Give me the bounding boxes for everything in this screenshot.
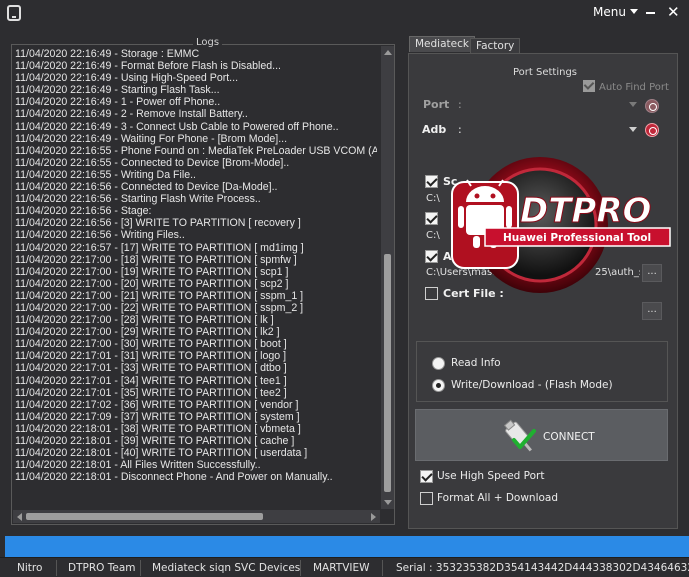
log-line: 11/04/2020 22:17:01 - [35] WRITE TO PART…: [15, 386, 287, 399]
logs-title: Logs: [193, 37, 223, 48]
log-line: 11/04/2020 22:16:56 - Stage:: [15, 205, 152, 218]
status-divider: [56, 560, 57, 576]
chevron-down-icon: [629, 9, 638, 14]
menu-button[interactable]: Menu: [593, 5, 638, 19]
log-line: 11/04/2020 22:17:00 - [19] WRITE TO PART…: [15, 265, 289, 278]
log-line: 11/04/2020 22:17:01 - [34] WRITE TO PART…: [15, 374, 287, 387]
format-all-label: Format All + Download: [437, 492, 559, 504]
status-martview: MARTVIEW: [313, 562, 370, 574]
status-divider: [140, 560, 141, 576]
read-info-radio[interactable]: [432, 357, 445, 370]
log-line: 11/04/2020 22:17:09 - [37] WRITE TO PART…: [15, 410, 300, 423]
log-line: 11/04/2020 22:17:00 - [20] WRITE TO PART…: [15, 277, 289, 290]
tab-factory[interactable]: Factory: [470, 38, 521, 54]
port-refresh-button[interactable]: [645, 99, 659, 113]
log-line: 11/04/2020 22:17:02 - [36] WRITE TO PART…: [15, 398, 299, 411]
close-button[interactable]: ✕: [667, 2, 680, 22]
status-divider: [300, 560, 301, 576]
log-line: 11/04/2020 22:16:56 - Starting Flash Wri…: [15, 193, 261, 206]
log-output[interactable]: 11/04/2020 22:16:49 - Storage : EMMC 11/0…: [15, 48, 377, 508]
scroll-up-icon[interactable]: [384, 50, 392, 55]
port-dropdown[interactable]: [455, 97, 641, 113]
log-vertical-scrollbar[interactable]: [381, 46, 394, 509]
log-line: 11/04/2020 22:17:00 - [21] WRITE TO PART…: [15, 289, 304, 302]
auto-find-port-checkbox[interactable]: Auto Find Port: [583, 80, 669, 93]
format-all-checkbox[interactable]: [420, 492, 433, 505]
log-line: 11/04/2020 22:16:49 - Using High-Speed P…: [15, 72, 239, 85]
progress-bar: [5, 536, 689, 557]
checkbox-icon: [583, 80, 595, 92]
log-line: 11/04/2020 22:16:56 - Connected to Devic…: [15, 181, 278, 194]
chevron-down-icon: [629, 102, 637, 107]
chevron-down-icon: [629, 127, 637, 132]
scroll-thumb[interactable]: [26, 513, 263, 520]
log-line: 11/04/2020 22:16:49 - 2 - Remove Install…: [15, 108, 248, 121]
log-line: 11/04/2020 22:16:55 - Phone Found on : M…: [15, 144, 377, 157]
log-line: 11/04/2020 22:17:00 - [18] WRITE TO PART…: [15, 253, 297, 266]
adb-label: Adb: [422, 123, 447, 136]
logs-group: 11/04/2020 22:16:49 - Storage : EMMC 11/0…: [11, 44, 395, 525]
log-line: 11/04/2020 22:18:01 - [39] WRITE TO PART…: [15, 435, 295, 447]
status-serial: Serial : 353235382D354143442D444338302D4…: [396, 562, 689, 574]
mode-group: [416, 341, 668, 402]
log-line: 11/04/2020 22:18:01 - All Files Written …: [15, 459, 261, 472]
app-icon: [7, 5, 21, 21]
scroll-right-icon[interactable]: [371, 513, 376, 521]
status-mediateck-svc: Mediateck siqn SVC Devices: [152, 562, 301, 574]
log-line: 11/04/2020 22:17:01 - [31] WRITE TO PART…: [15, 350, 287, 363]
high-speed-label: Use High Speed Port: [437, 470, 545, 482]
write-download-radio[interactable]: [432, 379, 445, 392]
auto-find-port-label: Auto Find Port: [599, 82, 669, 93]
log-line: 11/04/2020 22:16:56 - Writing Files..: [15, 229, 185, 242]
status-divider: [382, 560, 383, 576]
log-line: 11/04/2020 22:16:56 - [3] WRITE TO PARTI…: [15, 217, 301, 230]
title-bar: Menu ✕: [0, 0, 689, 27]
port-label: Port: [423, 98, 450, 111]
cert-browse-button[interactable]: ...: [642, 302, 662, 320]
status-team: DTPRO Team: [68, 562, 136, 574]
adb-refresh-button[interactable]: [645, 123, 659, 137]
logo-subtitle: Huawei Professional Tool: [503, 232, 651, 244]
port-settings-title: Port Settings: [513, 67, 578, 78]
log-line: 11/04/2020 22:16:49 - Starting Flash Tas…: [15, 84, 220, 97]
minimize-button[interactable]: [646, 12, 655, 14]
status-nitro: Nitro: [17, 562, 43, 574]
scroll-thumb[interactable]: [384, 254, 391, 492]
log-line: 11/04/2020 22:17:00 - [29] WRITE TO PART…: [15, 326, 280, 339]
log-line: 11/04/2020 22:17:00 - [28] WRITE TO PART…: [15, 314, 274, 327]
log-line: 11/04/2020 22:17:01 - [33] WRITE TO PART…: [15, 362, 287, 375]
log-horizontal-scrollbar[interactable]: [13, 510, 380, 523]
log-line: 11/04/2020 22:17:00 - [30] WRITE TO PART…: [15, 338, 287, 351]
dtpro-logo: DTPRO Huawei Professional Tool: [451, 157, 671, 293]
logo-title: DTPRO: [520, 191, 651, 231]
log-line: 11/04/2020 22:18:01 - [40] WRITE TO PART…: [15, 447, 308, 460]
status-bar: Nitro DTPRO Team Mediateck siqn SVC Devi…: [0, 557, 689, 577]
log-line: 11/04/2020 22:16:55 - Connected to Devic…: [15, 156, 290, 169]
log-line: 11/04/2020 22:18:01 - Disconnect Phone -…: [15, 471, 333, 484]
menu-label: Menu: [593, 5, 626, 19]
log-line: 11/04/2020 22:16:57 - [17] WRITE TO PART…: [15, 241, 304, 254]
log-line: 11/04/2020 22:18:01 - [38] WRITE TO PART…: [15, 422, 301, 435]
high-speed-checkbox[interactable]: [420, 470, 433, 483]
log-line: 11/04/2020 22:16:49 - Waiting For Phone …: [15, 132, 288, 145]
log-line: 11/04/2020 22:16:55 - Writing Da File..: [15, 168, 196, 181]
usb-plug-icon: [503, 419, 536, 452]
connect-label: CONNECT: [543, 431, 595, 443]
read-info-label: Read Info: [451, 357, 501, 369]
connect-button[interactable]: CONNECT: [415, 409, 668, 461]
adb-dropdown[interactable]: [455, 122, 641, 138]
log-line: 11/04/2020 22:16:49 - 3 - Connect Usb Ca…: [15, 120, 339, 133]
log-line: 11/04/2020 22:16:49 - Storage : EMMC: [15, 48, 200, 60]
log-line: 11/04/2020 22:16:49 - Format Before Flas…: [15, 60, 281, 73]
log-line: 11/04/2020 22:16:49 - 1 - Power off Phon…: [15, 96, 221, 109]
scroll-left-icon[interactable]: [17, 513, 22, 521]
tab-mediateck[interactable]: Mediateck: [409, 36, 475, 52]
log-line: 11/04/2020 22:17:00 - [22] WRITE TO PART…: [15, 301, 304, 314]
scroll-down-icon[interactable]: [384, 500, 392, 505]
write-download-label: Write/Download - (Flash Mode): [451, 379, 613, 391]
